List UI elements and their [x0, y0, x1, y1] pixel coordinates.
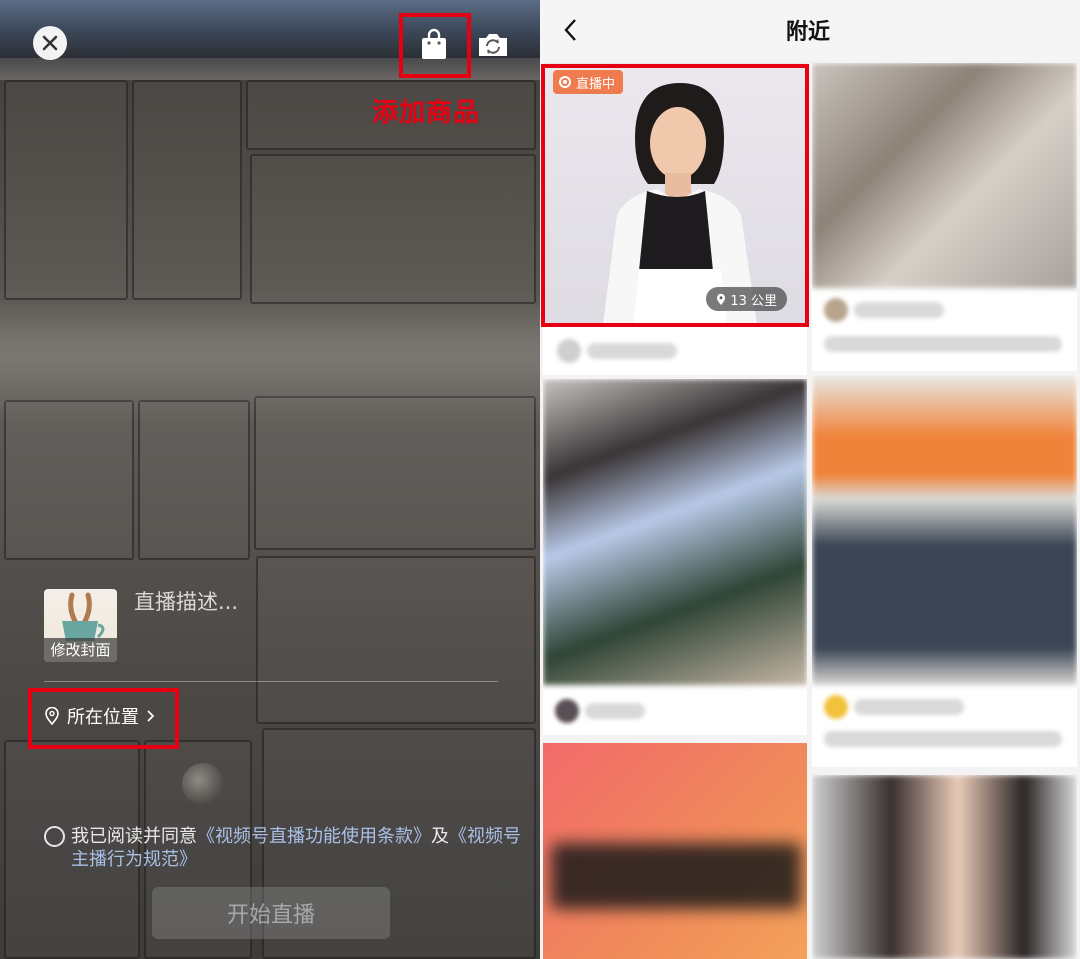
- page-title: 附近: [785, 20, 830, 45]
- close-button[interactable]: [33, 26, 67, 60]
- feed-card[interactable]: [812, 63, 1077, 371]
- start-live-button[interactable]: 开始直播: [152, 887, 390, 939]
- card-meta: [543, 329, 807, 373]
- nearby-panel: 附近 直播中 13 公里: [540, 0, 1080, 959]
- card-meta: [812, 288, 1077, 371]
- feed-card[interactable]: [543, 379, 807, 735]
- agree-radio[interactable]: [44, 826, 65, 847]
- card-thumbnail-blurred: [812, 775, 1077, 959]
- blurred-title-overlay: [551, 843, 801, 909]
- cabinet-door: [250, 154, 536, 304]
- cabinet-door: [132, 80, 242, 300]
- divider: [44, 681, 498, 682]
- caption-blurred: [824, 336, 1062, 352]
- cover-thumbnail[interactable]: 修改封面: [44, 589, 117, 662]
- feed-card[interactable]: [812, 375, 1077, 767]
- card-thumbnail-blurred: [812, 375, 1077, 685]
- author-name-blurred: [854, 302, 944, 318]
- live-setup-panel: 添加商品 修改封面 所在位置: [0, 0, 540, 959]
- add-product-annotation: 添加商品: [372, 98, 481, 128]
- cabinet-door: [138, 400, 250, 560]
- avatar: [824, 695, 848, 719]
- switch-camera-icon: [479, 34, 507, 56]
- location-pin-icon: [45, 707, 59, 725]
- card-meta: [543, 685, 807, 735]
- caption-blurred: [824, 731, 1062, 747]
- card-meta: [812, 685, 1077, 767]
- feed-card[interactable]: [812, 775, 1077, 959]
- live-card-highlight: [541, 64, 809, 327]
- author-name-blurred: [587, 343, 677, 359]
- card-thumbnail-blurred: [543, 379, 807, 685]
- avatar: [555, 699, 579, 723]
- card-thumbnail-blurred: [812, 63, 1077, 288]
- switch-camera-button[interactable]: [473, 24, 513, 64]
- agreement-middle: 及: [431, 826, 449, 847]
- cabinet-knob: [182, 763, 224, 805]
- terms-link[interactable]: 《视频号直播功能使用条款》: [197, 826, 431, 847]
- nav-bar: 附近: [540, 0, 1080, 60]
- live-description-input[interactable]: [134, 586, 494, 618]
- close-icon: [42, 35, 58, 51]
- shopping-bag-icon: [422, 28, 446, 59]
- location-selector[interactable]: 所在位置: [44, 701, 155, 731]
- cabinet-door: [4, 400, 134, 560]
- location-label: 所在位置: [67, 707, 139, 728]
- card-thumbnail-blurred: [543, 743, 807, 959]
- avatar: [824, 298, 848, 322]
- author-name-blurred: [585, 703, 645, 719]
- edit-cover-label: 修改封面: [44, 638, 117, 662]
- agreement: 我已阅读并同意《视频号直播功能使用条款》及《视频号主播行为规范》: [44, 825, 524, 871]
- camera-haze: [0, 300, 540, 420]
- add-product-button[interactable]: [414, 24, 454, 64]
- feed-card[interactable]: [543, 743, 807, 959]
- agreement-prefix: 我已阅读并同意: [71, 826, 197, 847]
- cabinet-door: [4, 80, 128, 300]
- cabinet-door: [256, 556, 536, 724]
- avatar: [557, 339, 581, 363]
- chevron-right-icon: [147, 710, 155, 722]
- author-name-blurred: [854, 699, 964, 715]
